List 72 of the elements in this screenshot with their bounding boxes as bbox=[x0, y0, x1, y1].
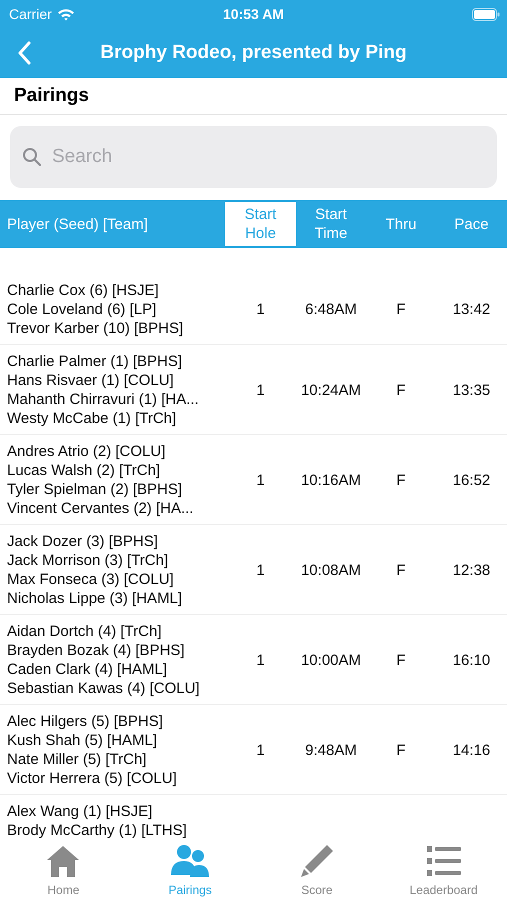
wifi-icon bbox=[56, 8, 75, 20]
pace: 12:38 bbox=[452, 562, 492, 578]
player-name: Trevor Karber (10) [BPHS] bbox=[7, 319, 184, 338]
player-name: Caden Clark (4) [HAML] bbox=[7, 660, 168, 679]
player-name: Victor Herrera (5) [COLU] bbox=[7, 769, 178, 788]
thru: F bbox=[395, 562, 407, 578]
tab-item[interactable]: Pairings bbox=[126, 838, 254, 900]
thru: F bbox=[395, 472, 407, 488]
start-time: 10:16AM bbox=[300, 472, 362, 488]
column-header[interactable]: Thru bbox=[366, 202, 436, 246]
thru: F bbox=[395, 382, 407, 398]
pencil-icon bbox=[298, 843, 335, 879]
player-name: Aidan Dortch (4) [TrCh] bbox=[7, 622, 162, 641]
start-hole: 1 bbox=[255, 301, 266, 318]
player-name: Brayden Bozak (4) [BPHS] bbox=[7, 641, 186, 660]
battery-icon bbox=[472, 8, 500, 20]
start-time: 10:24AM bbox=[300, 382, 362, 398]
player-name: Kush Shah (5) [HAML] bbox=[7, 731, 158, 750]
player-name: Sebastian Kawas (4) [COLU] bbox=[7, 679, 201, 698]
player-name: Cole Loveland (6) [LP] bbox=[7, 300, 158, 319]
start-hole: 1 bbox=[255, 652, 266, 668]
player-name: Hans Risvaer (1) [COLU] bbox=[7, 371, 175, 390]
player-name: Charlie Palmer (1) [BPHS] bbox=[7, 352, 184, 371]
player-name: Mahanth Chirravuri (1) [HA... bbox=[7, 390, 200, 409]
player-name: Lucas Walsh (2) [TrCh] bbox=[7, 461, 162, 480]
search-input[interactable]: Search bbox=[50, 145, 485, 169]
back-icon[interactable] bbox=[17, 41, 31, 65]
start-time: 10:00AM bbox=[300, 652, 362, 668]
carrier-label: Carrier bbox=[9, 6, 52, 22]
start-time: 6:48AM bbox=[304, 301, 358, 318]
player-name: Jack Morrison (3) [TrCh] bbox=[7, 551, 170, 570]
people-icon bbox=[170, 843, 210, 879]
column-header[interactable]: Start Hole bbox=[225, 202, 296, 246]
column-header[interactable]: Start Time bbox=[296, 202, 366, 246]
pace: 16:10 bbox=[452, 652, 492, 668]
pace: 16:52 bbox=[452, 472, 492, 488]
player-name: Andres Atrio (2) [COLU] bbox=[7, 442, 166, 461]
start-time: 10:08AM bbox=[300, 562, 362, 578]
player-name: Vincent Cervantes (2) [HA... bbox=[7, 499, 194, 518]
player-name: Jack Dozer (3) [BPHS] bbox=[7, 532, 159, 551]
pace: 13:35 bbox=[452, 382, 492, 398]
status-time: 10:53 AM bbox=[223, 6, 284, 22]
tab-item[interactable]: Home bbox=[0, 838, 127, 900]
column-header[interactable]: Player (Seed) [Team] bbox=[0, 202, 225, 246]
numbered-list-icon bbox=[424, 843, 463, 879]
column-header[interactable]: Pace bbox=[436, 202, 507, 246]
player-name: Nicholas Lippe (3) [HAML] bbox=[7, 589, 184, 608]
pace: 13:42 bbox=[452, 301, 492, 318]
start-hole: 1 bbox=[255, 472, 266, 488]
player-name: Max Fonseca (3) [COLU] bbox=[7, 570, 175, 589]
search-field[interactable]: Search bbox=[10, 126, 497, 188]
start-time: 9:48AM bbox=[304, 742, 358, 758]
player-name: Brody McCarthy (1) [LTHS] bbox=[7, 821, 188, 838]
tab-item[interactable]: Leaderboard bbox=[380, 838, 507, 900]
player-name: Charlie Cox (6) [HSJE] bbox=[7, 281, 160, 300]
section-title: Pairings bbox=[0, 78, 507, 115]
house-icon bbox=[45, 843, 82, 879]
start-hole: 1 bbox=[255, 742, 266, 758]
thru: F bbox=[395, 652, 407, 668]
tab-item[interactable]: Score bbox=[254, 838, 380, 900]
start-hole: 1 bbox=[255, 562, 266, 578]
start-hole: 1 bbox=[255, 382, 266, 398]
player-name: Tyler Spielman (2) [BPHS] bbox=[7, 480, 184, 499]
search-icon bbox=[22, 147, 42, 167]
thru: F bbox=[395, 301, 407, 318]
nav-title: Brophy Rodeo, presented by Ping bbox=[100, 42, 407, 64]
pace: 14:16 bbox=[452, 742, 492, 758]
player-name: Alex Wang (1) [HSJE] bbox=[7, 802, 154, 821]
player-name: Westy McCabe (1) [TrCh] bbox=[7, 409, 178, 428]
thru: F bbox=[395, 742, 407, 758]
player-name: Nate Miller (5) [TrCh] bbox=[7, 750, 148, 769]
player-name: Alec Hilgers (5) [BPHS] bbox=[7, 712, 164, 731]
